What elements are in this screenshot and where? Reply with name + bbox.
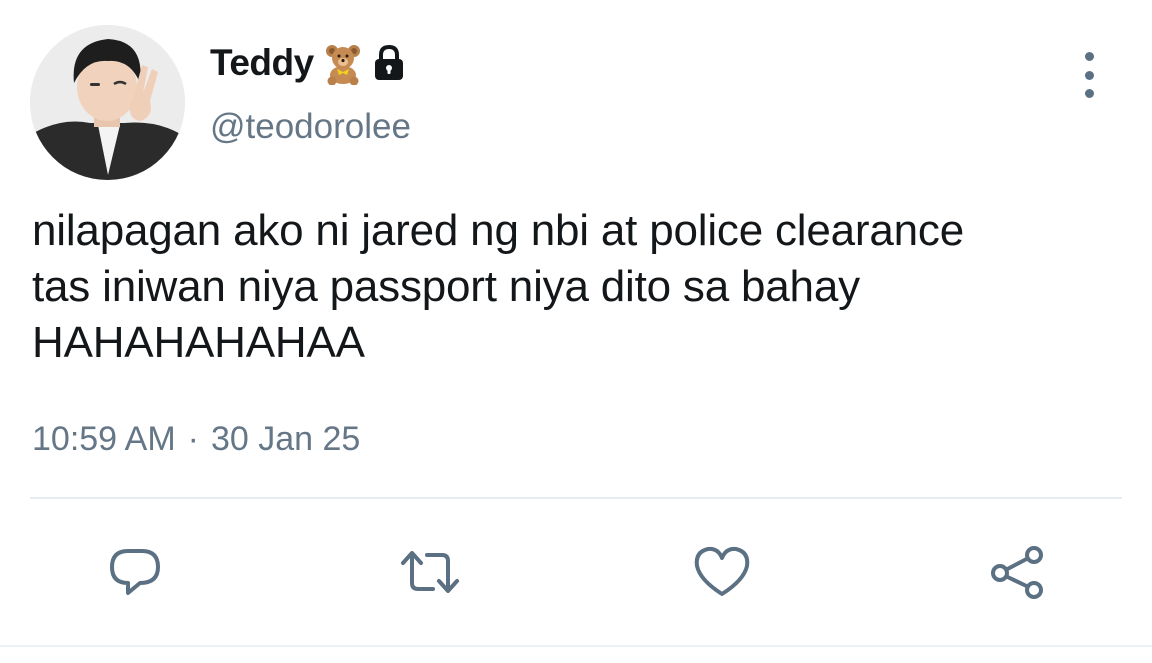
retweet-icon[interactable]	[398, 540, 462, 604]
tweet-metadata: 10:59 AM · 30 Jan 25	[32, 420, 360, 459]
avatar[interactable]	[30, 25, 185, 180]
bottom-divider	[0, 645, 1152, 647]
more-options-icon[interactable]	[1072, 52, 1106, 98]
lock-icon	[372, 44, 406, 82]
teddy-bear-emoji-icon	[324, 41, 362, 85]
tweet-text: nilapagan ako ni jared ng nbi at police …	[32, 206, 964, 367]
reply-icon[interactable]	[103, 540, 167, 604]
like-icon[interactable]	[690, 540, 754, 604]
tweet-card: Teddy @teodorolee nilapagan ako ni jared…	[0, 0, 1152, 663]
meta-separator: ·	[187, 420, 199, 458]
action-bar	[0, 540, 1152, 604]
share-icon[interactable]	[986, 540, 1050, 604]
tweet-time[interactable]: 10:59 AM	[32, 420, 176, 459]
tweet-date[interactable]: 30 Jan 25	[211, 420, 360, 459]
display-name-row: Teddy	[210, 38, 406, 88]
display-name[interactable]: Teddy	[210, 42, 314, 84]
user-handle[interactable]: @teodorolee	[210, 107, 411, 147]
divider	[30, 497, 1122, 499]
